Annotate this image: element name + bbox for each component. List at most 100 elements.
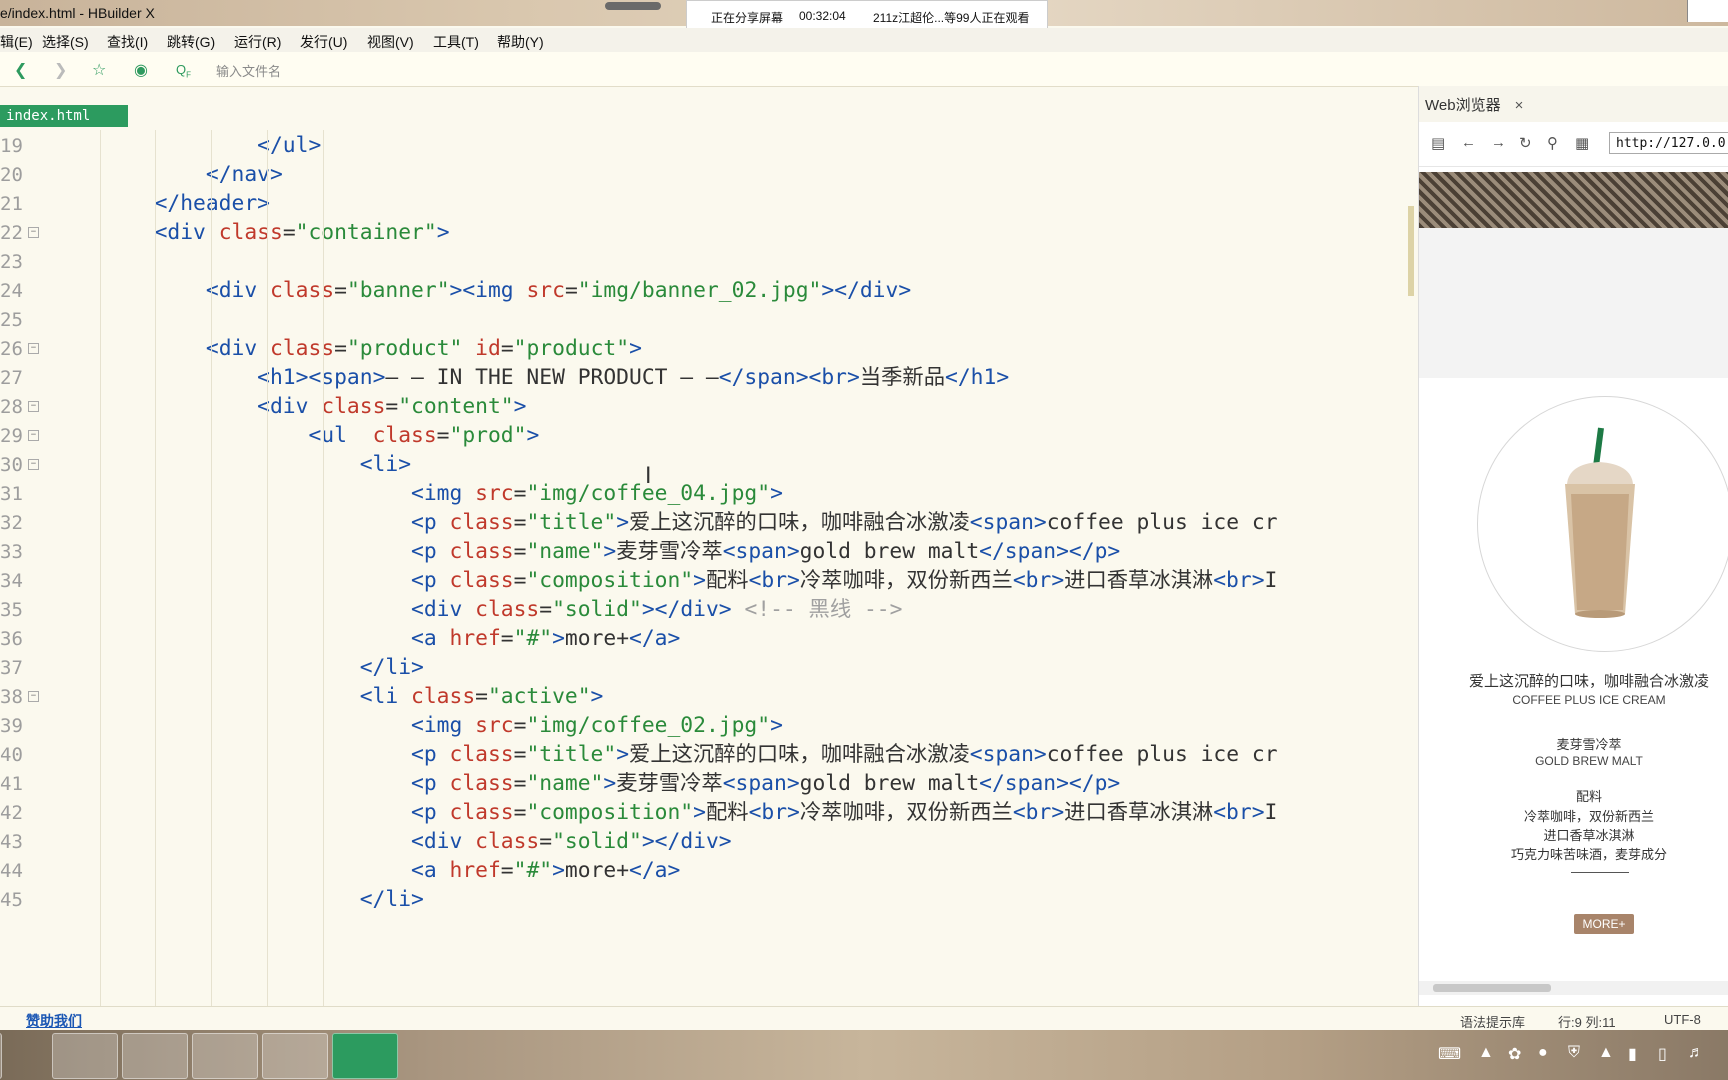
- code-line[interactable]: 22− <div class="container">: [0, 217, 1414, 249]
- taskbar-app-icon[interactable]: [52, 1033, 118, 1079]
- code-text: </nav>: [205, 162, 283, 187]
- taskbar-editor-icon[interactable]: [122, 1033, 188, 1079]
- grid-icon[interactable]: ▦: [1575, 134, 1589, 152]
- menu-tools[interactable]: 工具(T): [433, 32, 479, 52]
- hbuilder-icon[interactable]: [332, 1033, 398, 1079]
- tray-expand-icon[interactable]: ▲: [1478, 1044, 1494, 1062]
- close-icon[interactable]: ×: [1515, 97, 1524, 114]
- refresh-icon[interactable]: ↻: [1519, 134, 1532, 152]
- code-line[interactable]: 32 <p class="title">爱上这沉醉的口味，咖啡融合冰激凌<spa…: [0, 507, 1414, 539]
- back-arrow-icon[interactable]: ←: [1461, 134, 1476, 151]
- code-line[interactable]: 23: [0, 246, 1414, 278]
- menu-publish[interactable]: 发行(U): [300, 32, 347, 52]
- composition-line: 巧克力味苦味酒，麦芽成分: [1510, 847, 1667, 862]
- folder-icon[interactable]: [262, 1033, 328, 1079]
- menu-edit[interactable]: 辑(E): [0, 32, 33, 52]
- line-number: 30: [0, 454, 23, 476]
- code-editor[interactable]: 19 </ul> 20 </nav> 21 </header> 22− <div cl…: [0, 130, 1414, 1006]
- fold-toggle-icon[interactable]: −: [28, 343, 39, 354]
- encoding[interactable]: UTF-8: [1664, 1012, 1701, 1027]
- editor-scrollbar[interactable]: [1408, 206, 1414, 296]
- signal-icon[interactable]: ▮: [1628, 1044, 1637, 1064]
- code-line[interactable]: 19 </ul>: [0, 130, 1414, 162]
- menu-run[interactable]: 运行(R): [234, 32, 281, 52]
- code-text: <p class="title">爱上这沉醉的口味，咖啡融合冰激凌<span>c…: [411, 742, 1278, 767]
- window-controls[interactable]: [1687, 0, 1728, 22]
- menu-view[interactable]: 视图(V): [367, 32, 414, 52]
- code-line[interactable]: 26− <div class="product" id="product">: [0, 333, 1414, 365]
- code-line[interactable]: 31 <img src="img/coffee_04.jpg">: [0, 478, 1414, 510]
- qq-icon[interactable]: ●: [1538, 1044, 1548, 1062]
- back-icon[interactable]: ❮: [14, 60, 27, 80]
- forward-arrow-icon[interactable]: →: [1491, 134, 1506, 151]
- lock-icon[interactable]: ⚲: [1547, 134, 1558, 152]
- file-search-input[interactable]: 输入文件名: [216, 61, 281, 80]
- drag-handle[interactable]: [605, 2, 661, 10]
- volume-icon[interactable]: ♬: [1688, 1044, 1704, 1062]
- line-number: 28: [0, 396, 23, 418]
- code-line[interactable]: 41 <p class="name">麦芽雪冷萃<span>gold brew …: [0, 768, 1414, 800]
- star-icon[interactable]: ☆: [92, 60, 106, 80]
- menu-help[interactable]: 帮助(Y): [497, 32, 544, 52]
- menu-find[interactable]: 查找(I): [107, 32, 148, 52]
- network-icon[interactable]: ▲: [1598, 1044, 1614, 1062]
- code-line[interactable]: 36 <a href="#">more+</a>: [0, 623, 1414, 655]
- browser-tab[interactable]: Web浏览器 ×: [1425, 94, 1523, 115]
- code-line[interactable]: 20 </nav>: [0, 159, 1414, 191]
- browser-tab-bar: Web浏览器 ×: [1419, 86, 1728, 123]
- code-line[interactable]: 28− <div class="content">: [0, 391, 1414, 423]
- code-text: <ul class="prod">: [308, 423, 540, 448]
- console-icon[interactable]: ▤: [1431, 134, 1445, 152]
- syntax-library[interactable]: 语法提示库: [1460, 1012, 1525, 1031]
- code-line[interactable]: 37 </li>: [0, 652, 1414, 684]
- shield-icon[interactable]: ⛨: [1568, 1044, 1580, 1062]
- fold-toggle-icon[interactable]: −: [28, 401, 39, 412]
- url-input[interactable]: http://127.0.0: [1609, 132, 1728, 154]
- code-line[interactable]: 34 <p class="composition">配料<br>冷萃咖啡，双份新…: [0, 565, 1414, 597]
- fold-toggle-icon[interactable]: −: [28, 227, 39, 238]
- fold-toggle-icon[interactable]: −: [28, 459, 39, 470]
- editor-tab[interactable]: index.html: [0, 105, 128, 127]
- line-number: 21: [0, 193, 23, 215]
- code-line[interactable]: 35 <div class="solid"></div> <!-- 黑线 -->: [0, 594, 1414, 626]
- forward-icon[interactable]: ❯: [54, 60, 67, 80]
- file-search-icon[interactable]: QF: [176, 62, 191, 80]
- product-name-sub: GOLD BREW MALT: [1535, 754, 1643, 768]
- code-line[interactable]: 33 <p class="name">麦芽雪冷萃<span>gold brew …: [0, 536, 1414, 568]
- code-line[interactable]: 25: [0, 304, 1414, 336]
- code-line[interactable]: 38− <li class="active">: [0, 681, 1414, 713]
- more-button[interactable]: MORE+: [1574, 914, 1634, 934]
- tray-app-icon[interactable]: ✿: [1508, 1044, 1521, 1064]
- menu-select[interactable]: 选择(S): [42, 32, 89, 52]
- browser-h-scrollbar[interactable]: [1419, 981, 1728, 995]
- code-line[interactable]: 39 <img src="img/coffee_02.jpg">: [0, 710, 1414, 742]
- browser-tab-label: Web浏览器: [1425, 97, 1501, 114]
- code-text: <h1><span>— — IN THE NEW PRODUCT — —</sp…: [257, 365, 1010, 390]
- code-text: </ul>: [257, 133, 322, 158]
- code-line[interactable]: 45 </li>: [0, 884, 1414, 916]
- fold-toggle-icon[interactable]: −: [28, 430, 39, 441]
- chrome-icon[interactable]: [192, 1033, 258, 1079]
- fold-toggle-icon[interactable]: −: [28, 691, 39, 702]
- code-line[interactable]: 24 <div class="banner"><img src="img/ban…: [0, 275, 1414, 307]
- code-line[interactable]: 29− <ul class="prod">: [0, 420, 1414, 452]
- code-line[interactable]: 40 <p class="title">爱上这沉醉的口味，咖啡融合冰激凌<spa…: [0, 739, 1414, 771]
- menu-bar: 辑(E) 选择(S) 查找(I) 跳转(G) 运行(R) 发行(U) 视图(V)…: [0, 28, 1728, 52]
- battery-icon[interactable]: ▯: [1658, 1044, 1667, 1064]
- code-line[interactable]: 42 <p class="composition">配料<br>冷萃咖啡，双份新…: [0, 797, 1414, 829]
- code-line[interactable]: 43 <div class="solid"></div>: [0, 826, 1414, 858]
- code-text: <div class="container">: [154, 220, 450, 245]
- screen-share-bar: 正在分享屏幕 00:32:04 211z江超伦...等99人正在观看: [686, 0, 1048, 30]
- scrollbar-thumb[interactable]: [1433, 984, 1551, 992]
- code-line[interactable]: 44 <a href="#">more+</a>: [0, 855, 1414, 887]
- start-icon[interactable]: [0, 1033, 2, 1079]
- line-number: 26: [0, 338, 23, 360]
- keyboard-icon[interactable]: ⌨: [1438, 1044, 1461, 1064]
- code-line[interactable]: 21 </header>: [0, 188, 1414, 220]
- menu-goto[interactable]: 跳转(G): [167, 32, 215, 52]
- line-number: 42: [0, 802, 23, 824]
- sponsor-link[interactable]: 赞助我们: [26, 1011, 82, 1031]
- code-line[interactable]: 30− <li>: [0, 449, 1414, 481]
- code-line[interactable]: 27 <h1><span>— — IN THE NEW PRODUCT — —<…: [0, 362, 1414, 394]
- run-icon[interactable]: ◉: [134, 60, 148, 80]
